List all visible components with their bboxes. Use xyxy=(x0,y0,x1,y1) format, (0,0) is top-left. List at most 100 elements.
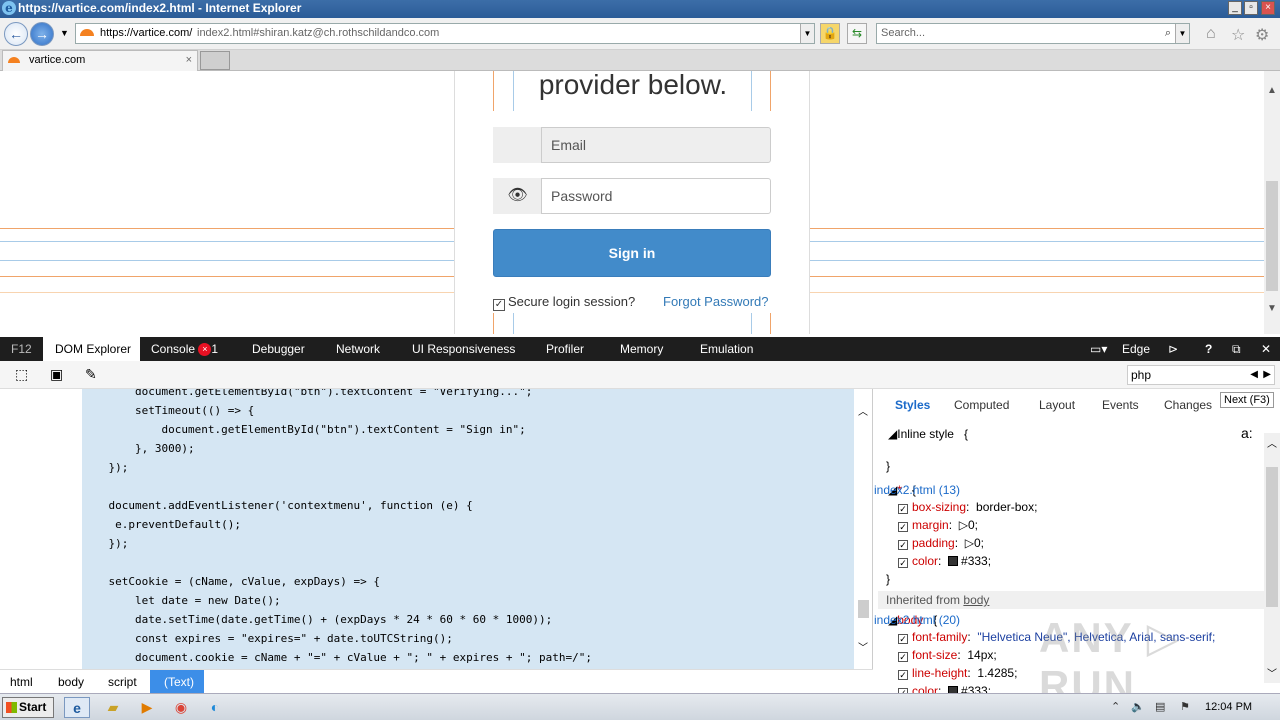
eye-icon[interactable]: 👁 xyxy=(493,178,542,214)
tab-computed[interactable]: Computed xyxy=(954,398,1009,412)
minimize-button[interactable]: _ xyxy=(1228,1,1242,15)
color-picker-icon[interactable]: ✎ xyxy=(85,366,97,383)
refresh-button[interactable]: ⇆ xyxy=(847,23,867,44)
tab-vartice[interactable]: vartice.com × xyxy=(2,50,198,71)
dom-code-pane[interactable]: document.getElementById("btn").textConte… xyxy=(0,389,873,669)
tab-layout[interactable]: Layout xyxy=(1039,398,1075,412)
scroll-thumb[interactable] xyxy=(1266,181,1278,291)
back-button[interactable]: ← xyxy=(4,22,28,46)
search-icon[interactable]: ⌕ xyxy=(1165,24,1171,43)
breadcrumb-text[interactable]: (Text) xyxy=(150,670,204,694)
breadcrumb-body[interactable]: body xyxy=(58,670,84,694)
code-line[interactable]: document.getElementById("btn").textConte… xyxy=(82,420,592,439)
tab-dom-explorer[interactable]: DOM Explorer xyxy=(43,337,140,361)
scroll-down-icon[interactable]: ▼ xyxy=(1264,303,1280,314)
text-size-icon[interactable]: a: xyxy=(1241,425,1253,441)
lock-icon[interactable]: 🔒 xyxy=(820,23,840,44)
code-line[interactable]: const expires = "expires=" + date.toUTCS… xyxy=(82,629,592,648)
tab-emulation[interactable]: Emulation xyxy=(700,337,753,361)
checkbox-checked-icon[interactable]: ✓ xyxy=(898,522,908,532)
find-next-icon[interactable]: ▶ xyxy=(1263,366,1271,384)
code-line[interactable]: }); xyxy=(82,534,592,553)
tab-styles[interactable]: Styles xyxy=(895,398,930,412)
style-property[interactable]: ✓ line-height: 1.4285; xyxy=(898,664,1017,682)
chrome-icon[interactable]: ◉ xyxy=(168,697,194,718)
style-property[interactable]: ✓ padding: ▷0; xyxy=(898,534,984,552)
style-property[interactable]: ✓ color: #333; xyxy=(898,552,991,570)
code-line[interactable]: }); xyxy=(82,458,592,477)
tray-expand-icon[interactable]: ⌃ xyxy=(1111,700,1120,713)
restore-button[interactable]: ▫ xyxy=(1244,1,1258,15)
undock-icon[interactable]: ⧉ xyxy=(1232,337,1241,361)
start-button[interactable]: Start xyxy=(2,697,54,718)
code-line[interactable]: document.addEventListener('contextmenu',… xyxy=(82,496,592,515)
script-source[interactable]: document.getElementById("btn").textConte… xyxy=(82,389,592,667)
search-input[interactable]: Search... ⌕ ▼ xyxy=(876,23,1190,44)
history-dropdown-icon[interactable]: ▼ xyxy=(60,28,69,38)
checkbox-checked-icon[interactable]: ✓ xyxy=(898,540,908,550)
highlight-elements-icon[interactable]: ▣ xyxy=(50,366,63,383)
address-dropdown-icon[interactable]: ▼ xyxy=(800,24,814,43)
tab-console[interactable]: Console × 1 xyxy=(151,337,218,361)
code-line[interactable]: date.setTime(date.getTime() + (expDays *… xyxy=(82,610,592,629)
scroll-up-icon[interactable]: ︿ xyxy=(858,403,868,418)
forgot-password-link[interactable]: Forgot Password? xyxy=(663,294,769,309)
tab-changes[interactable]: Changes xyxy=(1164,398,1212,412)
checkbox-checked-icon[interactable]: ✓ xyxy=(493,299,505,311)
sign-in-button[interactable]: Sign in xyxy=(493,229,771,277)
settings-gear-icon[interactable]: ⚙ xyxy=(1255,25,1269,45)
inherited-from-link[interactable]: body xyxy=(963,593,989,607)
code-line[interactable]: }, 3000); xyxy=(82,439,592,458)
home-icon[interactable]: ⌂ xyxy=(1206,25,1216,43)
code-scrollbar[interactable]: ︿ ﹀ xyxy=(855,389,872,669)
favorites-star-icon[interactable]: ☆ xyxy=(1231,25,1245,45)
styles-scrollbar[interactable]: ︿ ﹀ xyxy=(1264,433,1280,683)
prop-value[interactable]: #333; xyxy=(961,554,991,568)
code-line[interactable] xyxy=(82,553,592,572)
ie-taskbar-icon[interactable]: e xyxy=(64,697,90,718)
explorer-folder-icon[interactable]: ▰ xyxy=(100,697,126,718)
code-line[interactable]: setTimeout(() => { xyxy=(82,401,592,420)
color-swatch[interactable] xyxy=(948,556,959,566)
style-property[interactable]: ✓ box-sizing: border-box; xyxy=(898,498,1037,516)
document-mode-selector[interactable]: Edge xyxy=(1122,337,1150,361)
close-tab-icon[interactable]: × xyxy=(186,51,192,70)
scroll-down-icon[interactable]: ﹀ xyxy=(1267,665,1277,680)
style-property[interactable]: ✓ color: #333; xyxy=(898,682,991,693)
secure-session-checkbox[interactable]: ✓ Secure login session? xyxy=(493,294,635,311)
network-icon[interactable]: ▤ xyxy=(1155,700,1165,713)
new-tab-button[interactable] xyxy=(200,51,230,70)
scroll-up-icon[interactable]: ︿ xyxy=(1267,435,1277,450)
code-line[interactable]: setCookie = (cName, cValue, expDays) => … xyxy=(82,572,592,591)
color-swatch[interactable] xyxy=(948,686,959,693)
action-center-flag-icon[interactable]: ⚑ xyxy=(1180,700,1190,713)
breadcrumb-script[interactable]: script xyxy=(108,670,137,694)
scroll-up-icon[interactable]: ▲ xyxy=(1264,85,1280,96)
tab-network[interactable]: Network xyxy=(336,337,380,361)
code-line[interactable]: document.getElementById("btn").textConte… xyxy=(82,389,592,401)
code-line[interactable]: let date = new Date(); xyxy=(82,591,592,610)
tab-debugger[interactable]: Debugger xyxy=(252,337,305,361)
collapse-icon[interactable]: ◢ xyxy=(888,427,897,441)
tab-profiler[interactable]: Profiler xyxy=(546,337,584,361)
style-property[interactable]: ✓ font-size: 14px; xyxy=(898,646,997,664)
tab-events[interactable]: Events xyxy=(1102,398,1139,412)
inline-style-rule[interactable]: ◢Inline style { xyxy=(888,425,968,443)
checkbox-checked-icon[interactable]: ✓ xyxy=(898,558,908,568)
scroll-thumb[interactable] xyxy=(1266,467,1278,607)
prop-value[interactable]: 1.4285; xyxy=(977,666,1017,680)
next-button[interactable]: Next (F3) xyxy=(1220,392,1274,408)
password-field[interactable]: Password xyxy=(541,178,771,214)
tab-memory[interactable]: Memory xyxy=(620,337,663,361)
search-dropdown-icon[interactable]: ▼ xyxy=(1175,24,1189,43)
address-bar[interactable]: https://vartice.com/ index2.html#shiran.… xyxy=(75,23,815,44)
find-prev-icon[interactable]: ◀ xyxy=(1250,366,1258,384)
code-line[interactable]: document.cookie = cName + "=" + cValue +… xyxy=(82,648,592,667)
select-element-icon[interactable]: ⬚ xyxy=(15,366,28,383)
volume-icon[interactable]: 🔈 xyxy=(1131,700,1145,713)
checkbox-checked-icon[interactable]: ✓ xyxy=(898,634,908,644)
style-property[interactable]: ✓ margin: ▷0; xyxy=(898,516,978,534)
checkbox-checked-icon[interactable]: ✓ xyxy=(898,652,908,662)
monitor-icon[interactable]: ▭▾ xyxy=(1090,337,1107,361)
email-field[interactable]: Email xyxy=(541,127,771,163)
